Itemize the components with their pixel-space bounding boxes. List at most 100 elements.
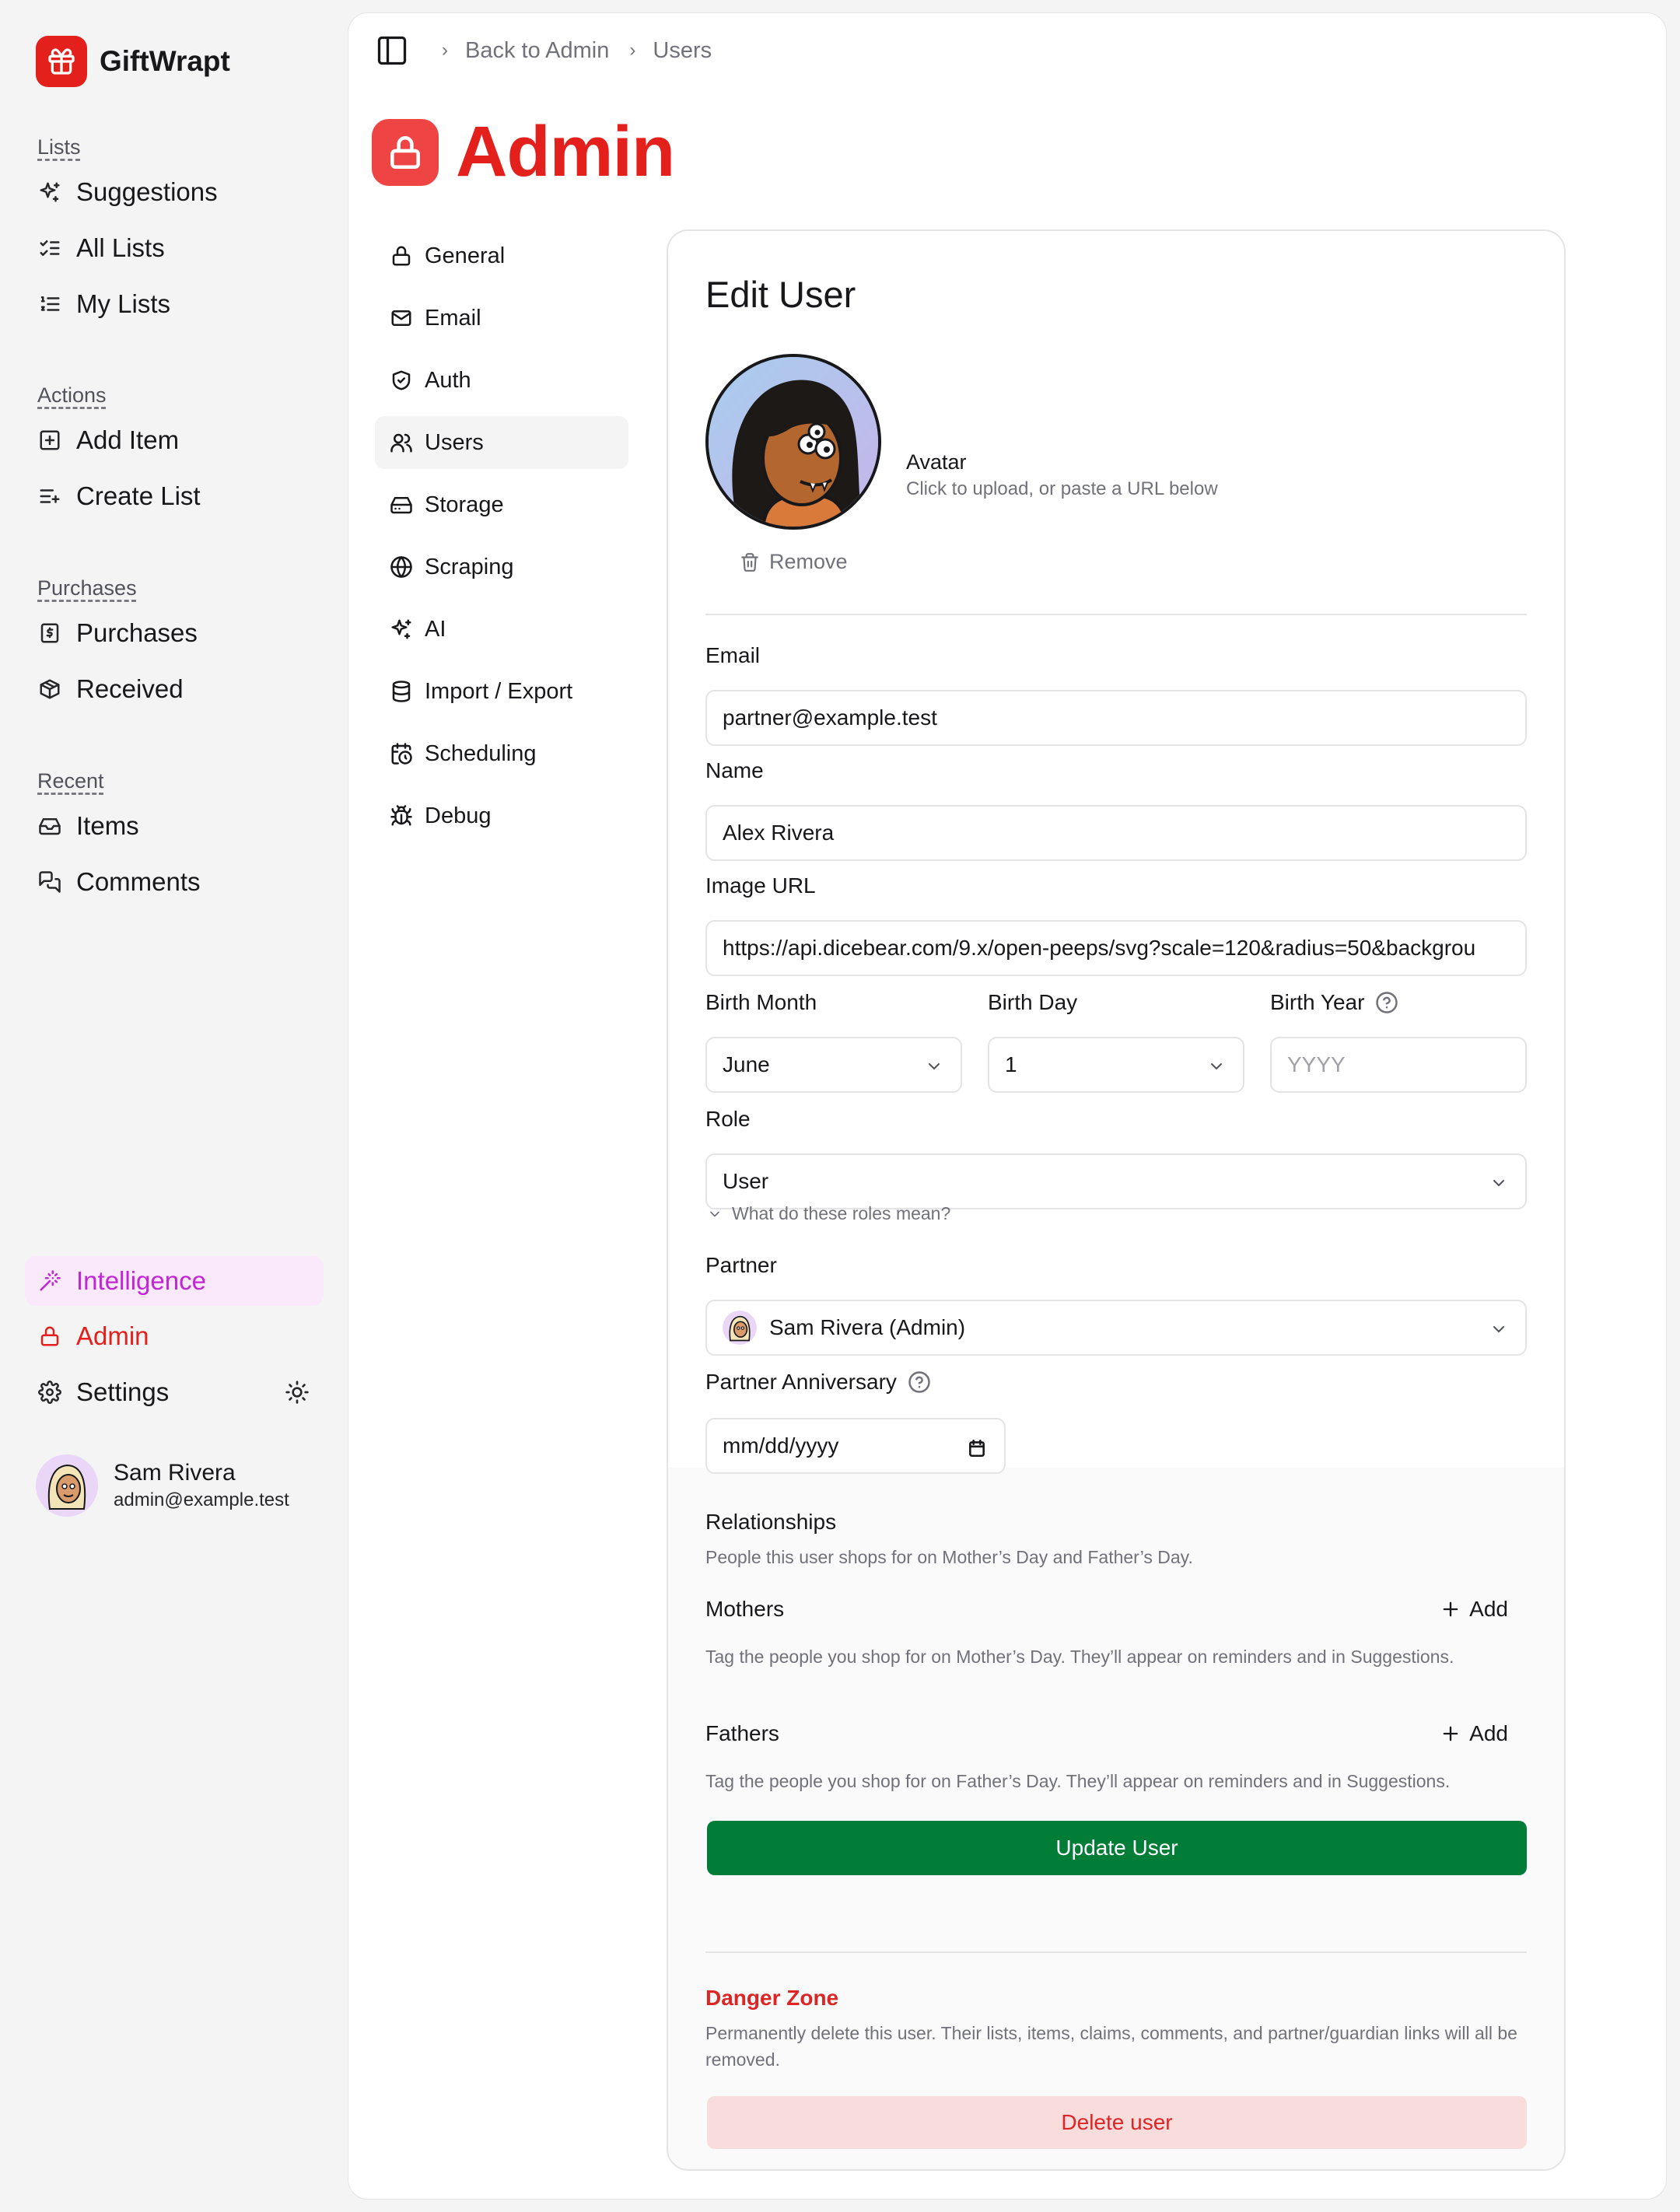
birth-day-value: 1: [1005, 1052, 1017, 1076]
remove-avatar-label: Remove: [769, 550, 848, 573]
sparkles-icon: [37, 180, 62, 205]
help-circle-icon[interactable]: [908, 1370, 931, 1394]
breadcrumb: › Back to Admin › Users: [375, 33, 712, 68]
nav-item-add-item[interactable]: Add Item: [37, 412, 201, 468]
chevron-down-icon: [925, 1057, 943, 1076]
gift-icon: [36, 36, 87, 87]
fathers-title: Fathers: [705, 1721, 779, 1745]
admin-nav-debug[interactable]: Debug: [375, 789, 628, 842]
plus-icon: [1440, 1723, 1461, 1745]
trash-icon: [740, 552, 760, 572]
avatar: [36, 1454, 98, 1517]
roles-help-toggle[interactable]: What do these roles mean?: [707, 1203, 950, 1224]
anniversary-placeholder: mm/dd/yyyy: [723, 1433, 839, 1458]
partner-select[interactable]: Sam Rivera (Admin): [705, 1300, 1527, 1356]
admin-nav-label: AI: [425, 616, 446, 642]
avatar-label: Avatar: [906, 450, 967, 474]
edit-user-card: Edit User Avatar Click to upload, or pas…: [667, 229, 1566, 2171]
nav-section-purchases: Purchases Purchases Received: [37, 576, 198, 717]
danger-zone-title: Danger Zone: [705, 1986, 839, 2010]
add-mother-button[interactable]: Add: [1440, 1597, 1508, 1622]
admin-nav-label: Debug: [425, 803, 492, 828]
page-title-text: Admin: [456, 112, 675, 191]
email-field[interactable]: partner@example.test: [705, 690, 1527, 746]
image-url-label: Image URL: [705, 873, 816, 898]
nav-item-received[interactable]: Received: [37, 661, 198, 717]
magic-wand-icon: [37, 1269, 62, 1293]
breadcrumb-back-link[interactable]: Back to Admin: [465, 38, 609, 64]
nav-item-comments[interactable]: Comments: [37, 854, 201, 910]
nav-header-actions: Actions: [37, 383, 107, 407]
shield-icon: [389, 368, 414, 393]
nav-item-items[interactable]: Items: [37, 798, 201, 854]
nav-item-label: Items: [76, 811, 139, 840]
nav-item-label: Comments: [76, 867, 201, 896]
admin-nav-import-export[interactable]: Import / Export: [375, 665, 628, 718]
nav-item-intelligence[interactable]: Intelligence: [25, 1256, 324, 1306]
roles-help-text: What do these roles mean?: [732, 1203, 951, 1223]
admin-nav-scraping[interactable]: Scraping: [375, 541, 628, 593]
chevron-down-icon: [1489, 1320, 1508, 1339]
admin-nav-label: Storage: [425, 492, 504, 517]
update-user-button[interactable]: Update User: [707, 1821, 1527, 1875]
anniversary-label: Partner Anniversary: [705, 1370, 931, 1395]
nav-item-label: Received: [76, 674, 184, 703]
admin-nav-ai[interactable]: AI: [375, 603, 628, 656]
sidebar-toggle-icon[interactable]: [375, 33, 409, 68]
bug-icon: [389, 803, 414, 828]
add-father-label: Add: [1469, 1721, 1508, 1745]
name-field[interactable]: Alex Rivera: [705, 805, 1527, 861]
avatar-hint: Click to upload, or paste a URL below: [906, 478, 1218, 499]
admin-nav-storage[interactable]: Storage: [375, 478, 628, 531]
mothers-title: Mothers: [705, 1597, 785, 1621]
add-father-button[interactable]: Add: [1440, 1721, 1508, 1746]
hard-drive-icon: [389, 492, 414, 517]
role-select[interactable]: User: [705, 1153, 1527, 1209]
admin-nav-scheduling[interactable]: Scheduling: [375, 727, 628, 780]
nav-item-label: Create List: [76, 481, 201, 510]
avatar-upload[interactable]: [705, 354, 881, 530]
sparkles-icon: [389, 617, 414, 642]
nav-item-purchases[interactable]: Purchases: [37, 605, 198, 661]
nav-item-admin[interactable]: Admin: [25, 1311, 324, 1361]
divider: [705, 1951, 1527, 1953]
help-circle-icon[interactable]: [1375, 991, 1398, 1014]
user-menu[interactable]: Sam Rivera admin@example.test: [36, 1454, 289, 1517]
nav-item-suggestions[interactable]: Suggestions: [37, 164, 218, 220]
birth-year-field[interactable]: YYYY: [1270, 1037, 1527, 1093]
birth-year-label-text: Birth Year: [1270, 990, 1365, 1014]
nav-item-all-lists[interactable]: All Lists: [37, 220, 218, 276]
birth-month-select[interactable]: June: [705, 1037, 962, 1093]
admin-nav: General Email Auth Users Storage Scrapin…: [375, 229, 628, 852]
email-label: Email: [705, 643, 761, 667]
nav-item-settings[interactable]: Settings: [25, 1367, 324, 1417]
nav-item-label: Intelligence: [76, 1266, 206, 1295]
image-url-field[interactable]: https://api.dicebear.com/9.x/open-peeps/…: [705, 920, 1527, 976]
calendar-icon[interactable]: [967, 1438, 987, 1458]
admin-nav-general[interactable]: General: [375, 229, 628, 282]
nav-item-my-lists[interactable]: My Lists: [37, 276, 218, 332]
admin-nav-auth[interactable]: Auth: [375, 354, 628, 407]
gear-icon: [37, 1380, 62, 1405]
delete-user-button[interactable]: Delete user: [707, 2096, 1527, 2149]
list-checks-icon: [37, 236, 62, 261]
nav-header-lists: Lists: [37, 135, 81, 159]
birth-day-select[interactable]: 1: [988, 1037, 1244, 1093]
danger-zone-desc: Permanently delete this user. Their list…: [705, 2023, 1517, 2070]
lock-icon: [372, 118, 439, 186]
nav-item-label: Add Item: [76, 425, 180, 454]
sun-icon[interactable]: [285, 1380, 310, 1405]
nav-item-create-list[interactable]: Create List: [37, 468, 201, 524]
anniversary-label-text: Partner Anniversary: [705, 1370, 897, 1394]
anniversary-date-field[interactable]: mm/dd/yyyy: [705, 1418, 1006, 1474]
mail-icon: [389, 306, 414, 331]
admin-nav-users[interactable]: Users: [375, 416, 628, 469]
square-plus-icon: [37, 428, 62, 453]
nav-item-label: Purchases: [76, 618, 198, 647]
admin-nav-label: Email: [425, 305, 481, 331]
remove-avatar-button[interactable]: Remove: [740, 550, 848, 574]
partner-value: Sam Rivera (Admin): [769, 1315, 966, 1339]
sidebar: GiftWrapt Lists Suggestions All Lists My…: [0, 0, 342, 2212]
app-logo[interactable]: GiftWrapt: [36, 36, 230, 87]
admin-nav-email[interactable]: Email: [375, 292, 628, 345]
